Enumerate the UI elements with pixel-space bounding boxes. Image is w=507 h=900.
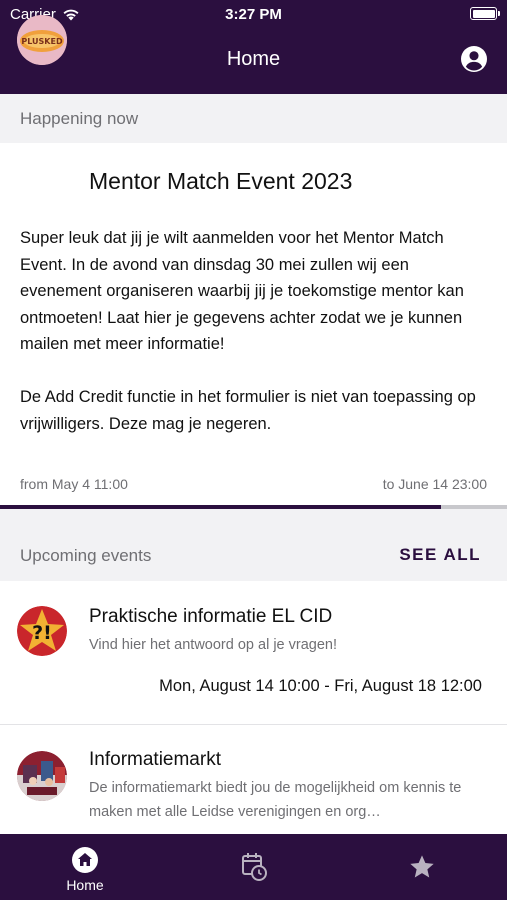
calendar-clock-icon <box>242 853 267 881</box>
happening-now-label: Happening now <box>20 109 139 128</box>
upcoming-events-header: Upcoming events SEE ALL <box>0 531 507 579</box>
logo-lettering: PLUSKED <box>21 37 63 46</box>
event-description: Super leuk dat jij je wilt aanmelden voo… <box>20 225 490 437</box>
page-title: Home <box>226 48 281 70</box>
event-start-date: from May 4 11:00 <box>20 476 128 492</box>
event-title: Mentor Match Event 2023 <box>89 168 353 194</box>
happening-now-header: Happening now <box>0 94 507 142</box>
tab-bar: Home <box>0 834 507 900</box>
el-cid-logo-icon: ?! <box>17 606 67 656</box>
featured-event-card[interactable]: PLUSKED Mentor Match Event 2023 Super le… <box>0 15 507 509</box>
event-progress-bar <box>0 505 507 509</box>
informatiemarkt-photo-icon <box>17 751 67 801</box>
event-description: De informatiemarkt biedt jou de mogelijk… <box>89 780 462 820</box>
list-item[interactable]: Informatiemarkt De informatiemarkt biedt… <box>0 725 507 834</box>
event-dates: Mon, August 14 10:00 - Fri, August 18 12… <box>159 677 482 695</box>
star-icon <box>410 855 434 878</box>
event-progress-fill <box>0 505 442 509</box>
event-logo: PLUSKED <box>17 15 67 65</box>
account-icon[interactable] <box>461 46 487 72</box>
home-icon <box>72 847 98 873</box>
event-logo <box>17 751 67 801</box>
upcoming-events-label: Upcoming events <box>20 546 152 565</box>
event-name: Praktische informatie EL CID <box>89 606 333 627</box>
clock: 3:27 PM <box>225 6 282 23</box>
event-description-paragraph: Super leuk dat jij je wilt aanmelden voo… <box>20 229 464 353</box>
list-item[interactable]: ?! Praktische informatie EL CID Vind hie… <box>0 581 507 724</box>
tab-home-label: Home <box>66 877 104 893</box>
event-logo: ?! <box>17 606 67 656</box>
tab-favorites[interactable] <box>362 834 482 900</box>
status-bar: Carrier 3:27 PM <box>0 0 507 28</box>
tab-events[interactable] <box>194 834 314 900</box>
battery-icon <box>470 7 500 20</box>
event-end-date: to June 14 23:00 <box>382 476 487 492</box>
mentor-match-logo-icon: PLUSKED <box>17 15 67 65</box>
event-name: Informatiemarkt <box>89 749 221 770</box>
tab-home[interactable]: Home <box>25 834 145 900</box>
top-bar: Carrier 3:27 PM Home <box>0 0 507 94</box>
event-description-paragraph: De Add Credit functie in het formulier i… <box>20 388 476 433</box>
see-all-button[interactable]: SEE ALL <box>399 545 481 565</box>
logo-lettering: ?! <box>32 622 52 644</box>
event-description: Vind hier het antwoord op al je vragen! <box>89 637 338 653</box>
